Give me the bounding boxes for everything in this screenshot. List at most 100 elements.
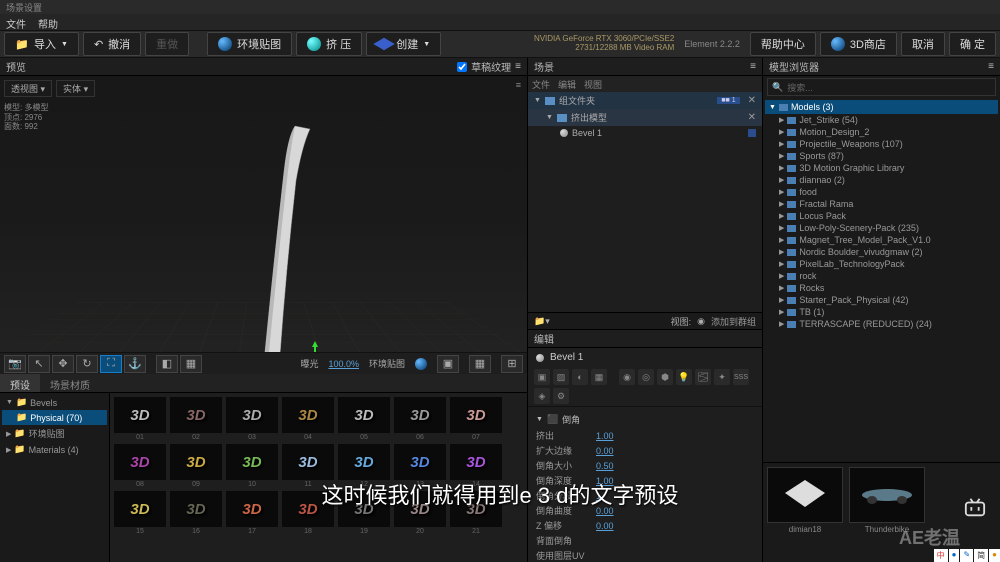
models-root[interactable]: ▼Models (3) xyxy=(765,100,998,114)
preset-item[interactable]: 3D03 xyxy=(226,397,278,441)
mat-icon[interactable]: ◉ xyxy=(619,369,635,385)
scene-tab-file[interactable]: 文件 xyxy=(532,78,550,91)
vp-opt-2[interactable]: ▦ xyxy=(469,355,491,373)
preset-item[interactable]: 3D15 xyxy=(114,491,166,535)
model-folder[interactable]: ▶Nordic Boulder_vivudgmaw (2) xyxy=(765,246,998,258)
vp-opt-1[interactable]: ▣ xyxy=(437,355,459,373)
menu-help[interactable]: 帮助 xyxy=(38,16,58,28)
mat-icon[interactable]: 💡 xyxy=(676,369,692,385)
preset-item[interactable]: 3D07 xyxy=(450,397,502,441)
store-button[interactable]: 3D商店 xyxy=(820,32,897,56)
model-folder[interactable]: ▶Projectile_Weapons (107) xyxy=(765,138,998,150)
environment-button[interactable]: 环境贴图 xyxy=(207,32,292,56)
menu-file[interactable]: 文件 xyxy=(6,16,26,28)
model-folder[interactable]: ▶food xyxy=(765,186,998,198)
model-folder[interactable]: ▶Low-Poly-Scenery-Pack (235) xyxy=(765,222,998,234)
mat-icon[interactable]: SSS xyxy=(733,369,749,385)
help-center-button[interactable]: 帮助中心 xyxy=(750,32,816,56)
exposure-value[interactable]: 100.0% xyxy=(328,359,359,369)
3d-viewport[interactable]: 透视图 ▾ 实体 ▾ 模型: 多模型 顶点: 2976 面数: 992 ≡ xyxy=(0,76,527,352)
extrude-button[interactable]: 挤 压 xyxy=(296,32,362,56)
cancel-button[interactable]: 取消 xyxy=(901,32,945,56)
tab-presets[interactable]: 预设 xyxy=(0,374,40,392)
preset-item[interactable]: 3D02 xyxy=(170,397,222,441)
tree-envmap[interactable]: ▶📁 环境贴图 xyxy=(2,425,107,442)
transform-gizmo[interactable] xyxy=(285,341,345,352)
model-folder[interactable]: ▶Rocks xyxy=(765,282,998,294)
search-input[interactable]: 🔍 搜索... xyxy=(767,78,996,96)
tree-bevels[interactable]: ▼📁 Bevels xyxy=(2,395,107,410)
scene-tab-view[interactable]: 视图 xyxy=(584,78,602,91)
vp-tool-b[interactable]: ▦ xyxy=(180,355,202,373)
tree-physical[interactable]: 📁 Physical (70) xyxy=(2,410,107,425)
preset-item[interactable]: 3D10 xyxy=(226,444,278,488)
camera-tool[interactable]: 📷 xyxy=(4,355,26,373)
redo-button[interactable]: 重做 xyxy=(145,32,189,56)
anchor-tool[interactable]: ⚓ xyxy=(124,355,146,373)
viewport-options-icon[interactable]: ≡ xyxy=(516,80,521,90)
model-folder[interactable]: ▶Sports (87) xyxy=(765,150,998,162)
model-folder[interactable]: ▶TERRASCAPE (REDUCED) (24) xyxy=(765,318,998,330)
model-folder[interactable]: ▶Motion_Design_2 xyxy=(765,126,998,138)
scene-extrude-model[interactable]: ▼ 挤出模型 ✕ xyxy=(528,109,762,126)
preset-item[interactable]: 3D04 xyxy=(282,397,334,441)
preset-item[interactable]: 3D01 xyxy=(114,397,166,441)
mat-icon[interactable]: ◎ xyxy=(638,369,654,385)
grass-texture-checkbox[interactable] xyxy=(457,62,467,72)
mat-icon[interactable]: ▦ xyxy=(591,369,607,385)
preset-item[interactable]: 3D05 xyxy=(338,397,390,441)
model-folder[interactable]: ▶diannao (2) xyxy=(765,174,998,186)
bevel-section-header[interactable]: ▼⬛ 倒角 xyxy=(536,411,754,428)
mat-icon[interactable]: ⬢ xyxy=(657,369,673,385)
property-value[interactable]: 0.00 xyxy=(596,521,614,531)
envmap-sphere[interactable] xyxy=(415,358,427,370)
mat-icon[interactable]: 🌫 xyxy=(695,369,711,385)
model-folder[interactable]: ▶Starter_Pack_Physical (42) xyxy=(765,294,998,306)
preset-item[interactable]: 3D08 xyxy=(114,444,166,488)
import-button[interactable]: 📁导入▼ xyxy=(4,32,79,56)
tree-materials[interactable]: ▶📁 Materials (4) xyxy=(2,442,107,457)
scale-tool[interactable]: ⛶ xyxy=(100,355,122,373)
mat-icon[interactable]: ▣ xyxy=(534,369,550,385)
property-value[interactable]: 1.00 xyxy=(596,431,614,441)
mat-icon[interactable]: ◈ xyxy=(534,388,550,404)
rotate-tool[interactable]: ↻ xyxy=(76,355,98,373)
close-icon[interactable]: ✕ xyxy=(748,95,756,106)
vp-tool-a[interactable]: ◧ xyxy=(156,355,178,373)
preset-item[interactable]: 3D17 xyxy=(226,491,278,535)
model-folder[interactable]: ▶Magnet_Tree_Model_Pack_V1.0 xyxy=(765,234,998,246)
property-value[interactable]: 0.50 xyxy=(596,461,614,471)
model-folder[interactable]: ▶Jet_Strike (54) xyxy=(765,114,998,126)
entity-dropdown[interactable]: 实体 ▾ xyxy=(56,80,95,97)
move-tool[interactable]: ✥ xyxy=(52,355,74,373)
mat-icon[interactable]: ▨ xyxy=(553,369,569,385)
model-folder[interactable]: ▶TB (1) xyxy=(765,306,998,318)
folder-icon[interactable]: 📁▾ xyxy=(534,316,550,327)
mat-icon[interactable]: ⚙ xyxy=(553,388,569,404)
scene-group-folder[interactable]: ▼ 组文件夹 ■■ 1 ✕ xyxy=(528,92,762,109)
model-folder[interactable]: ▶Fractal Rama xyxy=(765,198,998,210)
model-folder[interactable]: ▶PixelLab_TechnologyPack xyxy=(765,258,998,270)
view-circle-icon[interactable]: ◉ xyxy=(697,316,705,327)
close-icon[interactable]: ✕ xyxy=(748,112,756,123)
scene-bevel1[interactable]: Bevel 1 xyxy=(528,126,762,140)
tab-scene-materials[interactable]: 场景材质 xyxy=(40,374,100,392)
cursor-tool[interactable]: ↖ xyxy=(28,355,50,373)
model-folder[interactable]: ▶3D Motion Graphic Library xyxy=(765,162,998,174)
model-folder[interactable]: ▶rock xyxy=(765,270,998,282)
create-button[interactable]: 创建▼ xyxy=(366,32,441,56)
mat-icon[interactable]: ✦ xyxy=(714,369,730,385)
vp-opt-3[interactable]: ⊞ xyxy=(501,355,523,373)
model-folder[interactable]: ▶Locus Pack xyxy=(765,210,998,222)
undo-button[interactable]: ↶撤消 xyxy=(83,32,141,56)
preset-item[interactable]: 3D09 xyxy=(170,444,222,488)
mat-icon[interactable]: ◐ xyxy=(572,369,588,385)
preset-item[interactable]: 3D06 xyxy=(394,397,446,441)
preset-item[interactable]: 3D16 xyxy=(170,491,222,535)
property-value[interactable]: 0.00 xyxy=(596,446,614,456)
thumb-dimian[interactable]: dimian18 xyxy=(767,467,843,558)
scene-tab-edit[interactable]: 编辑 xyxy=(558,78,576,91)
add-group-button[interactable]: 添加到群组 xyxy=(711,315,756,328)
view-dropdown[interactable]: 透视图 ▾ xyxy=(4,80,52,97)
ok-button[interactable]: 确 定 xyxy=(949,32,996,56)
